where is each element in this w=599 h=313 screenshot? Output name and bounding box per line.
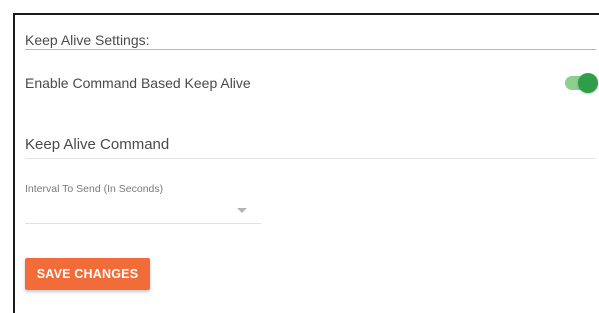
keep-alive-command-label: Keep Alive Command	[25, 136, 170, 153]
toggle-knob[interactable]	[578, 73, 598, 93]
interval-label: Interval To Send (In Seconds)	[25, 183, 164, 195]
section-title: Keep Alive Settings:	[25, 32, 150, 48]
keep-alive-command-field[interactable]: Keep Alive Command	[25, 131, 596, 159]
save-changes-button[interactable]: SAVE CHANGES	[25, 258, 150, 290]
enable-keep-alive-label: Enable Command Based Keep Alive	[25, 75, 251, 91]
interval-select[interactable]	[25, 199, 261, 224]
section-divider	[25, 49, 596, 50]
enable-keep-alive-toggle[interactable]	[564, 73, 598, 93]
chevron-down-icon	[237, 208, 247, 213]
settings-panel: Keep Alive Settings: Enable Command Base…	[13, 13, 599, 313]
